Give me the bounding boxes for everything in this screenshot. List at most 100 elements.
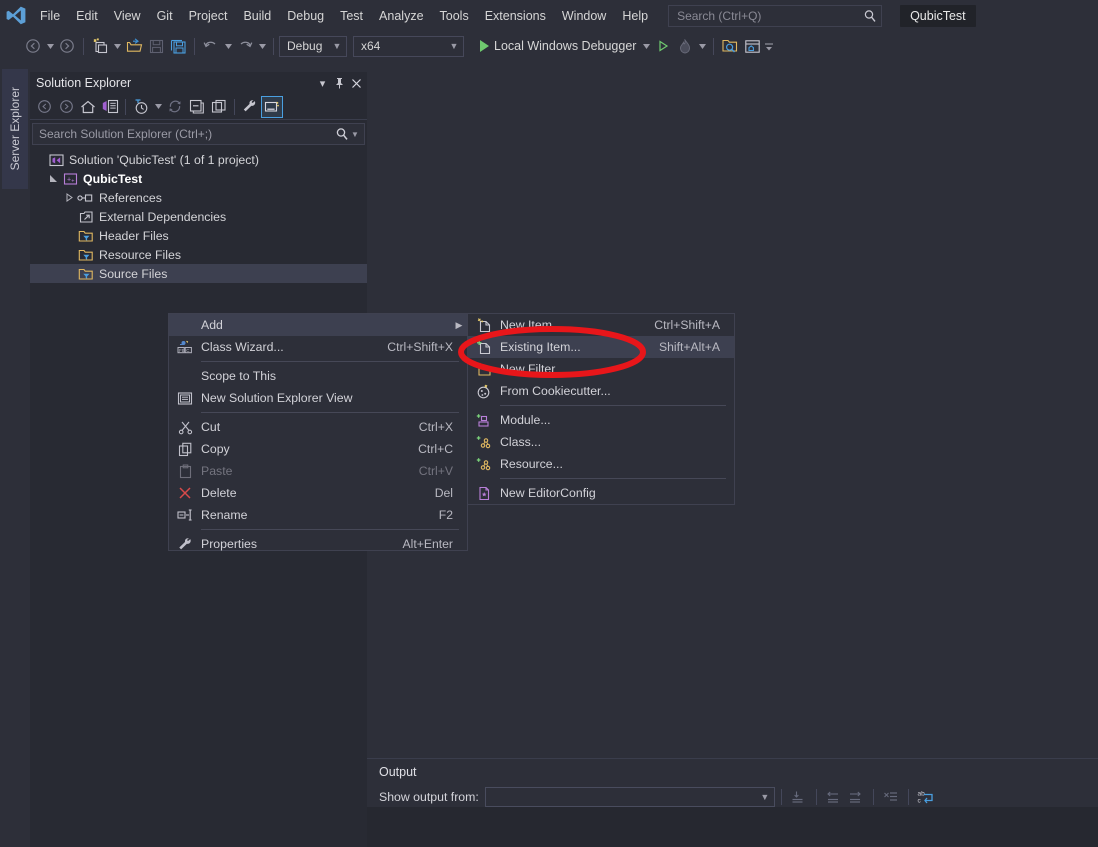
context-menu-item-add[interactable]: Add ▶ <box>169 314 467 336</box>
se-properties-icon[interactable] <box>239 96 261 118</box>
menu-window[interactable]: Window <box>554 6 614 26</box>
tree-row-external-dependencies[interactable]: External Dependencies <box>30 207 367 226</box>
start-debugging-label: Local Windows Debugger <box>494 39 637 53</box>
submenu-item-existing-item[interactable]: Existing Item... Shift+Alt+A <box>468 336 734 358</box>
tree-row-solution[interactable]: Solution 'QubicTest' (1 of 1 project) <box>30 150 367 169</box>
search-options-dropdown-icon[interactable]: ▼ <box>349 130 361 139</box>
toolbar-separator <box>273 37 274 55</box>
new-project-dropdown-icon[interactable] <box>111 35 123 57</box>
context-menu-item-paste: Paste Ctrl+V <box>169 460 467 482</box>
se-pending-changes-icon[interactable] <box>130 96 152 118</box>
open-file-icon[interactable] <box>123 35 145 57</box>
tree-expander-expanded-icon[interactable] <box>46 174 60 183</box>
submenu-item-label: From Cookiecutter... <box>500 384 611 398</box>
menu-help[interactable]: Help <box>614 6 656 26</box>
menu-file[interactable]: File <box>32 6 68 26</box>
tree-row-resource-files[interactable]: Resource Files <box>30 245 367 264</box>
se-collapse-all-icon[interactable] <box>186 96 208 118</box>
close-icon[interactable] <box>348 74 365 92</box>
undo-dropdown-icon[interactable] <box>222 35 234 57</box>
new-view-icon <box>169 391 201 406</box>
se-show-all-files-icon[interactable] <box>208 96 230 118</box>
start-without-debugging-icon[interactable] <box>652 35 674 57</box>
toolbar-overflow-icon[interactable] <box>763 35 775 57</box>
live-visual-tree-icon[interactable] <box>741 35 763 57</box>
submenu-item-shortcut: Ctrl+Shift+A <box>654 318 720 332</box>
tree-expander-collapsed-icon[interactable] <box>62 193 76 202</box>
svg-text:+: + <box>71 178 74 184</box>
menu-debug[interactable]: Debug <box>279 6 332 26</box>
context-menu-item-class-wizard[interactable]: FB C Class Wizard... Ctrl+Shift+X <box>169 336 467 358</box>
context-menu: Add ▶ FB C Class Wizard... Ctrl+Shift+X <box>168 313 468 551</box>
tree-row-references[interactable]: References <box>30 188 367 207</box>
server-explorer-tab[interactable]: Server Explorer <box>2 69 28 189</box>
context-menu-item-rename[interactable]: Rename F2 <box>169 504 467 526</box>
tree-row-label: QubicTest <box>83 171 143 186</box>
redo-icon[interactable] <box>234 35 256 57</box>
context-menu-item-scope-to-this[interactable]: Scope to This <box>169 365 467 387</box>
start-debugging-dropdown-icon[interactable] <box>640 35 652 57</box>
solution-configuration-combo[interactable]: Debug ▼ <box>279 35 347 57</box>
new-project-icon[interactable] <box>89 35 111 57</box>
pin-icon[interactable] <box>331 74 348 92</box>
show-output-from-combo[interactable]: ▼ <box>484 787 775 807</box>
submenu-item-module[interactable]: Module... <box>468 409 734 431</box>
se-refresh-icon[interactable] <box>164 96 186 118</box>
project-name-chip[interactable]: QubicTest <box>900 4 976 27</box>
se-home-icon[interactable] <box>77 96 99 118</box>
context-menu-item-label: Delete <box>201 486 237 500</box>
tree-row-source-files[interactable]: Source Files <box>30 264 367 283</box>
solution-platform-combo[interactable]: x64 ▼ <box>353 35 464 57</box>
tree-row-label: Header Files <box>99 228 169 243</box>
hot-reload-dropdown-icon[interactable] <box>696 35 708 57</box>
menu-project[interactable]: Project <box>181 6 236 26</box>
output-panel-title: Output <box>379 765 417 779</box>
submenu-item-new-editorconfig[interactable]: New EditorConfig <box>468 482 734 504</box>
menu-build[interactable]: Build <box>235 6 279 26</box>
visual-studio-logo-icon <box>0 0 32 31</box>
output-text-area[interactable] <box>367 807 1098 847</box>
tree-row-project[interactable]: + + QubicTest <box>30 169 367 188</box>
context-menu-item-label: Properties <box>201 537 258 551</box>
submenu-item-new-item[interactable]: New Item... Ctrl+Shift+A <box>468 314 734 336</box>
menu-test[interactable]: Test <box>332 6 371 26</box>
menu-extensions[interactable]: Extensions <box>477 6 554 26</box>
new-filter-icon <box>468 362 500 377</box>
submenu-item-new-filter[interactable]: New Filter <box>468 358 734 380</box>
context-menu-item-cut[interactable]: Cut Ctrl+X <box>169 416 467 438</box>
start-debugging-button[interactable]: Local Windows Debugger <box>474 39 640 53</box>
hot-reload-icon[interactable] <box>674 35 696 57</box>
menu-tools[interactable]: Tools <box>432 6 477 26</box>
delete-x-icon <box>169 486 201 500</box>
se-preview-selected-items-icon[interactable] <box>261 95 283 118</box>
global-search-input[interactable]: Search (Ctrl+Q) <box>668 4 883 27</box>
window-dropdown-icon[interactable]: ▾ <box>314 74 331 92</box>
context-menu-item-properties[interactable]: Properties Alt+Enter <box>169 533 467 555</box>
context-menu-item-label: Add <box>201 318 223 332</box>
context-menu-item-new-solution-explorer-view[interactable]: New Solution Explorer View <box>169 387 467 409</box>
select-element-icon[interactable] <box>719 35 741 57</box>
navigate-backward-dropdown-icon[interactable] <box>44 35 56 57</box>
tree-row-header-files[interactable]: Header Files <box>30 226 367 245</box>
context-menu-item-label: Copy <box>201 442 230 456</box>
redo-dropdown-icon[interactable] <box>256 35 268 57</box>
toggle-word-wrap-icon[interactable]: ab c <box>915 787 937 807</box>
menu-analyze[interactable]: Analyze <box>371 6 431 26</box>
navigate-forward-icon[interactable] <box>56 35 78 57</box>
menu-git[interactable]: Git <box>149 6 181 26</box>
undo-icon[interactable] <box>200 35 222 57</box>
solution-explorer-search-input[interactable]: Search Solution Explorer (Ctrl+;) ▼ <box>32 123 365 145</box>
se-forward-icon[interactable] <box>55 96 77 118</box>
se-pending-changes-dropdown-icon[interactable] <box>152 96 164 118</box>
context-menu-item-delete[interactable]: Delete Del <box>169 482 467 504</box>
menu-edit[interactable]: Edit <box>68 6 106 26</box>
context-menu-item-copy[interactable]: Copy Ctrl+C <box>169 438 467 460</box>
save-all-icon[interactable] <box>167 35 189 57</box>
se-solution-view-icon[interactable] <box>99 96 121 118</box>
submenu-item-resource[interactable]: Resource... <box>468 453 734 475</box>
submenu-item-class[interactable]: Class... <box>468 431 734 453</box>
submenu-item-from-cookiecutter[interactable]: From Cookiecutter... <box>468 380 734 402</box>
navigate-backward-icon[interactable] <box>22 35 44 57</box>
se-back-icon[interactable] <box>33 96 55 118</box>
menu-view[interactable]: View <box>106 6 149 26</box>
